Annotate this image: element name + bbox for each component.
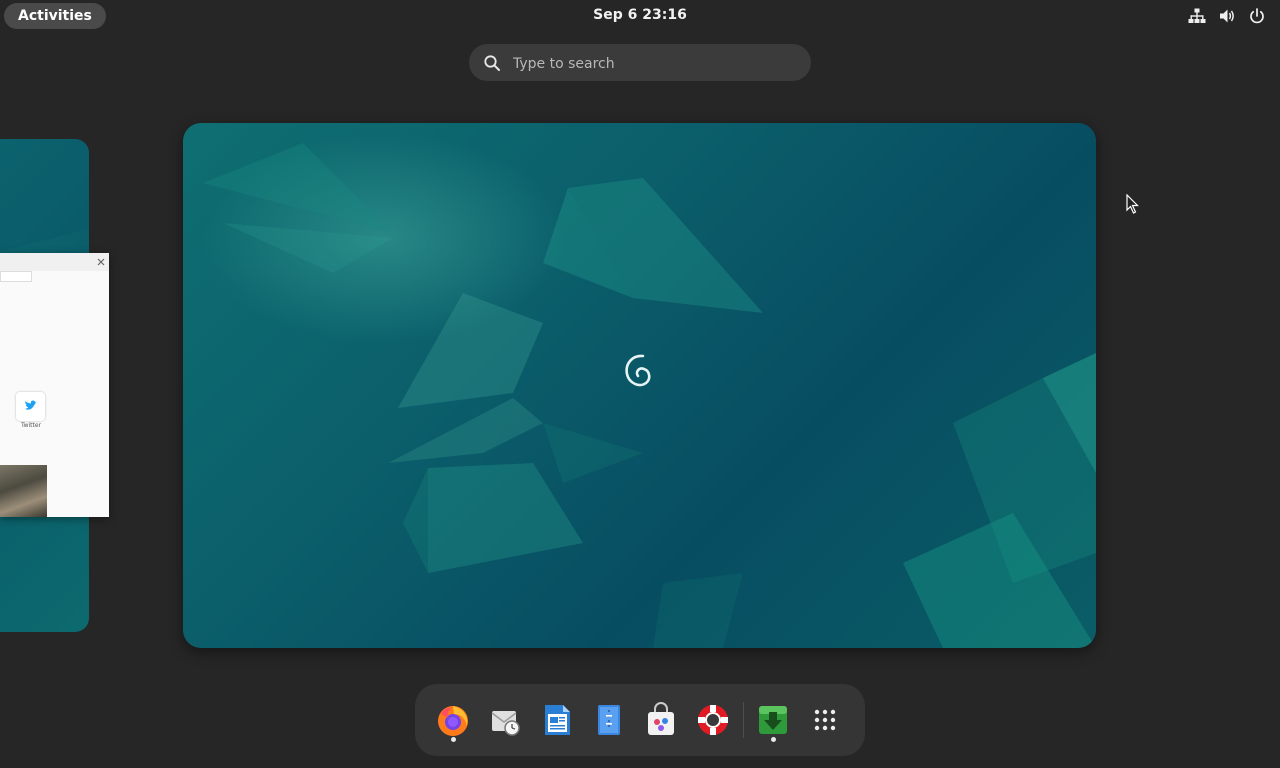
activities-button[interactable]: Activities (4, 3, 106, 29)
dash-app-mail[interactable] (487, 702, 523, 738)
software-updater-icon (759, 706, 787, 734)
twitter-shortcut-tile (16, 392, 45, 421)
close-icon (97, 258, 105, 266)
url-bar (0, 271, 32, 282)
help-icon (698, 705, 728, 735)
dash-show-apps[interactable] (807, 702, 843, 738)
top-bar: Activities Sep 6 23:16 (0, 0, 1280, 32)
twitter-shortcut-label: Twitter (20, 422, 42, 429)
app-grid-icon (814, 709, 836, 731)
dash-app-software[interactable] (643, 702, 679, 738)
window-titlebar (0, 253, 109, 271)
mouse-pointer-icon (1126, 194, 1139, 214)
dash (415, 684, 865, 756)
dash-app-text-editor[interactable] (591, 702, 627, 738)
libreoffice-writer-icon (545, 705, 570, 735)
software-center-icon (648, 702, 674, 735)
dash-app-writer[interactable] (539, 702, 575, 738)
dash-app-software-updater[interactable] (755, 702, 791, 738)
dash-app-help[interactable] (695, 702, 731, 738)
twitter-icon (25, 400, 37, 410)
volume-icon (1220, 9, 1234, 23)
debian-logo-icon (625, 354, 651, 387)
text-editor-icon (598, 705, 620, 735)
running-indicator-software-updater (771, 737, 776, 742)
dash-app-firefox[interactable] (435, 702, 471, 738)
browser-window-thumbnail[interactable]: Twitter (0, 253, 109, 517)
evolution-mail-icon (491, 711, 520, 736)
search-input[interactable] (511, 44, 795, 83)
dash-separator (743, 702, 744, 738)
firefox-icon (438, 706, 468, 736)
system-status-area[interactable] (1188, 7, 1266, 25)
power-icon (1250, 8, 1264, 24)
thumbnail-photo (0, 465, 47, 517)
date-time-clock[interactable]: Sep 6 23:16 (540, 0, 740, 32)
running-indicator-firefox (451, 737, 456, 742)
network-icon (1188, 8, 1206, 23)
search-icon (484, 55, 500, 71)
workspace-thumbnail-current[interactable] (183, 123, 1096, 648)
search-entry[interactable] (469, 44, 811, 83)
